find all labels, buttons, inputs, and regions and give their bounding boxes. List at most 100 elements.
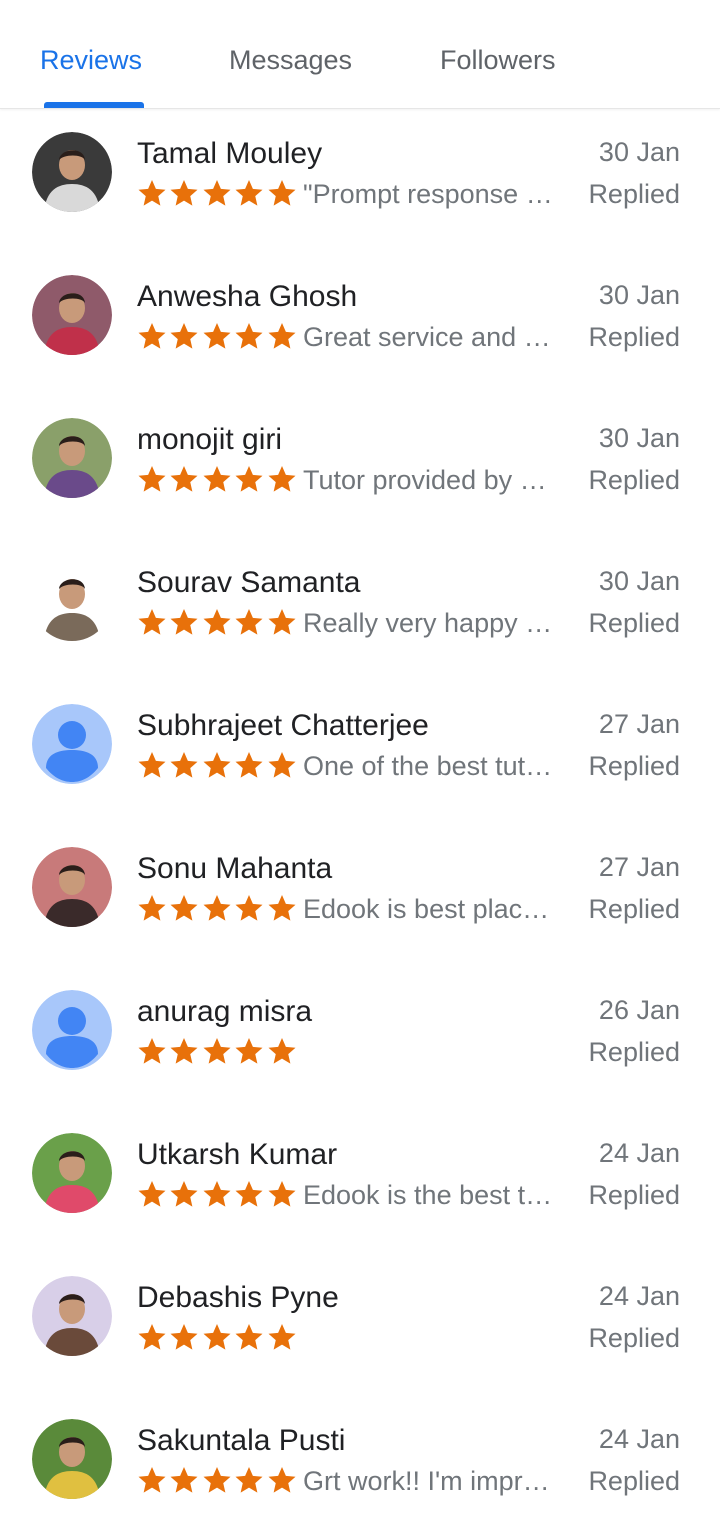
review-date: 27 Jan	[598, 852, 680, 882]
star-icon	[137, 607, 169, 637]
reviewer-name: Utkarsh Kumar	[137, 1138, 338, 1171]
review-date: 27 Jan	[598, 709, 680, 739]
avatar-photo	[32, 847, 112, 927]
star-icon	[267, 607, 299, 637]
avatar-photo	[32, 418, 112, 498]
star-icon	[202, 1036, 234, 1066]
star-icon	[169, 178, 201, 208]
reviewer-name: Anwesha Ghosh	[137, 280, 358, 313]
reviewer-name: Sonu Mahanta	[137, 852, 333, 885]
star-icon	[137, 893, 169, 923]
star-icon	[234, 178, 266, 208]
star-icon	[202, 464, 234, 494]
review-list-item[interactable]: anurag misra 26 Jan Replied	[0, 967, 720, 1110]
avatar-photo	[32, 1276, 112, 1356]
star-icon	[137, 750, 169, 780]
review-list-item[interactable]: Sonu Mahanta Edook is best place for 27 …	[0, 824, 720, 967]
star-icon	[234, 1179, 266, 1209]
reviewer-name: Sourav Samanta	[137, 566, 361, 599]
star-icon	[267, 750, 299, 780]
reply-status: Replied	[588, 1466, 680, 1496]
default-avatar-icon	[32, 704, 112, 784]
review-list-item[interactable]: Utkarsh Kumar Edook is the best tutor 24…	[0, 1110, 720, 1253]
star-icon	[234, 321, 266, 351]
review-date: 30 Jan	[598, 137, 680, 167]
star-icon	[137, 178, 169, 208]
review-date: 26 Jan	[598, 995, 680, 1025]
review-list-item[interactable]: Debashis Pyne 24 Jan Replied	[0, 1253, 720, 1396]
star-icon	[137, 1322, 169, 1352]
reviewer-name: Tamal Mouley	[137, 137, 323, 170]
star-icon	[202, 321, 234, 351]
reply-status: Replied	[588, 608, 680, 638]
star-icon	[267, 1036, 299, 1066]
star-icon	[202, 1322, 234, 1352]
star-icon	[234, 1036, 266, 1066]
tab-messages[interactable]: Messages	[229, 42, 352, 78]
reviewer-name: Debashis Pyne	[137, 1281, 339, 1314]
reply-status: Replied	[588, 1180, 680, 1210]
star-icon	[267, 1322, 299, 1352]
star-icon	[234, 750, 266, 780]
star-icon	[137, 1465, 169, 1495]
star-icon	[202, 607, 234, 637]
reply-status: Replied	[588, 1323, 680, 1353]
reviewer-name: monojit giri	[137, 423, 283, 456]
review-date: 30 Jan	[598, 423, 680, 453]
star-icon	[234, 1322, 266, 1352]
review-list-item[interactable]: Sourav Samanta Really very happy to get …	[0, 538, 720, 681]
star-icon	[137, 1036, 169, 1066]
star-rating	[137, 461, 299, 497]
reply-status: Replied	[588, 1037, 680, 1067]
reply-status: Replied	[588, 751, 680, 781]
review-snippet: Edook is the best tutor	[303, 1180, 553, 1210]
review-snippet: Edook is best place for	[303, 894, 553, 924]
star-icon	[169, 1179, 201, 1209]
review-snippet: Grt work!! I'm impressed	[303, 1466, 553, 1496]
star-icon	[202, 178, 234, 208]
star-icon	[169, 750, 201, 780]
reply-status: Replied	[588, 322, 680, 352]
star-icon	[169, 607, 201, 637]
star-rating	[137, 890, 299, 926]
star-icon	[267, 1179, 299, 1209]
avatar-photo	[32, 1419, 112, 1499]
review-date: 24 Jan	[598, 1424, 680, 1454]
star-icon	[169, 1465, 201, 1495]
star-rating	[137, 1462, 299, 1498]
star-icon	[267, 893, 299, 923]
star-icon	[267, 1465, 299, 1495]
star-icon	[234, 464, 266, 494]
star-icon	[234, 1465, 266, 1495]
reviewer-name: Subhrajeet Chatterjee	[137, 709, 429, 742]
avatar-photo	[32, 275, 112, 355]
tab-followers[interactable]: Followers	[440, 42, 556, 78]
review-list-item[interactable]: Subhrajeet Chatterjee One of the best tu…	[0, 681, 720, 824]
review-list: Tamal Mouley "Prompt response from tutor…	[0, 109, 720, 1539]
star-rating	[137, 318, 299, 354]
star-icon	[202, 1465, 234, 1495]
default-avatar-icon	[32, 990, 112, 1070]
review-date: 24 Jan	[598, 1281, 680, 1311]
star-icon	[202, 1179, 234, 1209]
star-icon	[267, 321, 299, 351]
review-snippet: Tutor provided by Edook	[303, 465, 553, 495]
star-icon	[202, 893, 234, 923]
star-icon	[137, 321, 169, 351]
review-list-item[interactable]: Anwesha Ghosh Great service and tutors 3…	[0, 252, 720, 395]
review-list-item[interactable]: Sakuntala Pusti Grt work!! I'm impressed…	[0, 1396, 720, 1539]
tab-reviews[interactable]: Reviews	[40, 42, 142, 78]
reply-status: Replied	[588, 465, 680, 495]
review-snippet: Really very happy to get	[303, 608, 553, 638]
reviewer-name: Sakuntala Pusti	[137, 1424, 346, 1457]
review-list-item[interactable]: Tamal Mouley "Prompt response from tutor…	[0, 109, 720, 252]
review-date: 24 Jan	[598, 1138, 680, 1168]
review-list-item[interactable]: monojit giri Tutor provided by Edook 30 …	[0, 395, 720, 538]
review-snippet: Great service and tutors	[303, 322, 553, 352]
review-date: 30 Jan	[598, 566, 680, 596]
tab-bar: Reviews Messages Followers	[0, 0, 720, 109]
review-snippet: "Prompt response from tutors	[303, 179, 553, 209]
star-rating	[137, 1176, 299, 1212]
avatar-photo	[32, 1133, 112, 1213]
avatar-photo	[32, 561, 112, 641]
